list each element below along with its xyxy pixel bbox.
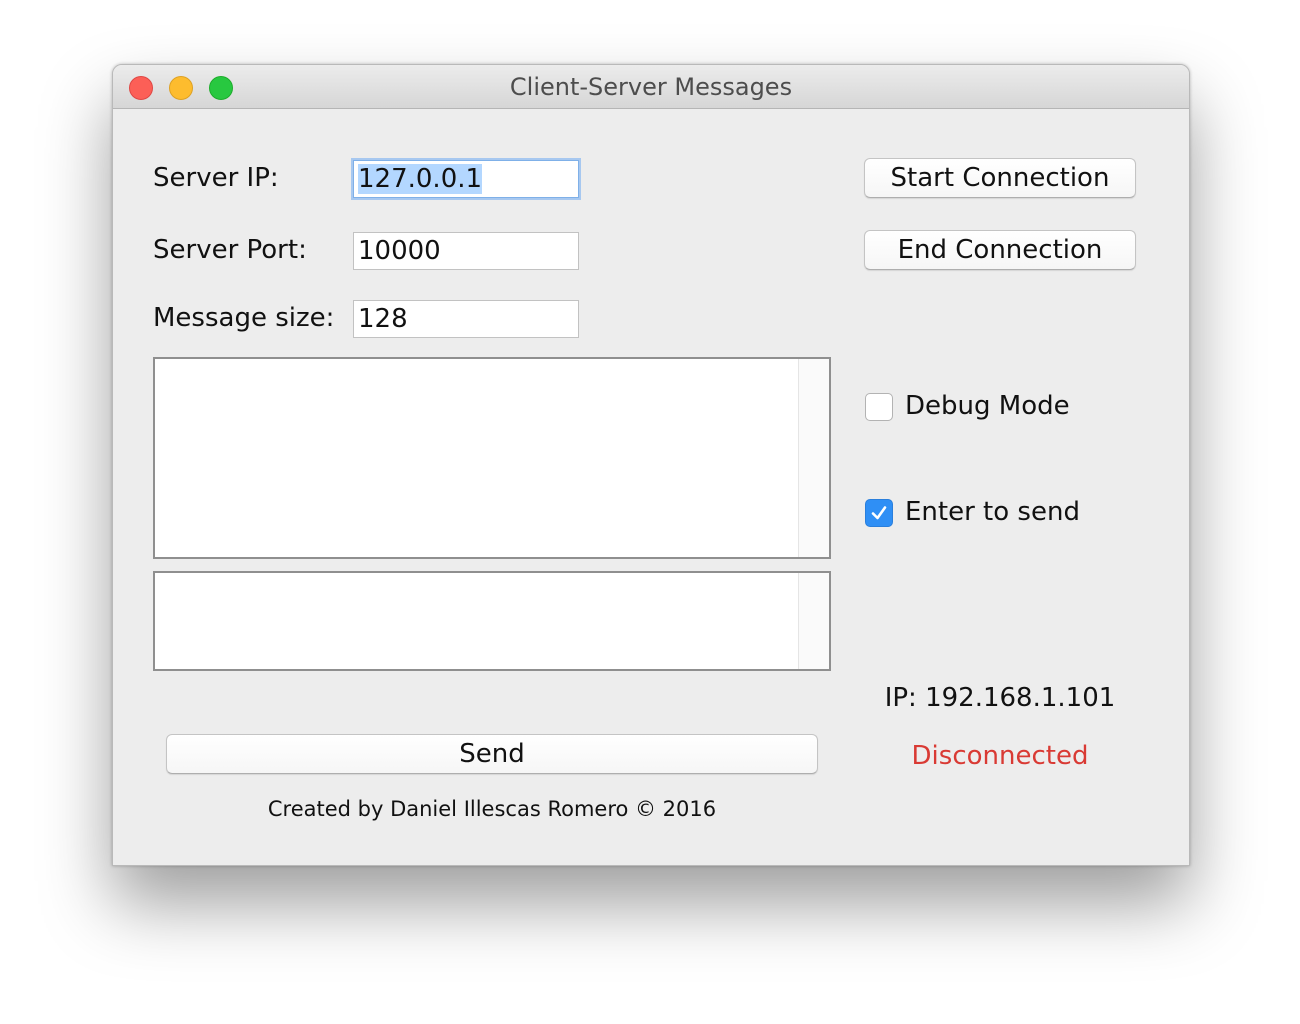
server-ip-input[interactable]: 127.0.0.1: [353, 160, 579, 198]
messages-log-scrollbar[interactable]: [798, 359, 829, 557]
enter-to-send-label[interactable]: Enter to send: [905, 497, 1080, 527]
debug-mode-label[interactable]: Debug Mode: [905, 391, 1070, 421]
app-window: Client-Server Messages Server IP: 127.0.…: [112, 64, 1190, 866]
checkmark-icon: [871, 506, 887, 520]
server-port-input[interactable]: 10000: [353, 232, 579, 270]
server-ip-label: Server IP:: [153, 163, 279, 193]
connection-status-label: Disconnected: [911, 741, 1089, 771]
start-connection-button[interactable]: Start Connection: [864, 158, 1136, 198]
server-port-label: Server Port:: [153, 235, 307, 265]
message-size-value: 128: [358, 304, 408, 334]
message-size-input[interactable]: 128: [353, 300, 579, 338]
local-ip-label: IP: 192.168.1.101: [884, 683, 1116, 713]
title-bar[interactable]: Client-Server Messages: [113, 65, 1189, 109]
message-size-label: Message size:: [153, 303, 335, 333]
end-connection-button[interactable]: End Connection: [864, 230, 1136, 270]
message-input-scrollbar[interactable]: [798, 573, 829, 669]
messages-log-area[interactable]: [153, 357, 831, 559]
window-title: Client-Server Messages: [509, 73, 793, 101]
server-port-value: 10000: [358, 236, 441, 266]
debug-mode-checkbox[interactable]: [865, 393, 893, 421]
message-input-area[interactable]: [153, 571, 831, 671]
enter-to-send-checkbox[interactable]: [865, 499, 893, 527]
credit-text: Created by Daniel Illescas Romero © 2016: [267, 797, 717, 821]
send-button[interactable]: Send: [166, 734, 818, 774]
server-ip-value: 127.0.0.1: [358, 164, 483, 194]
